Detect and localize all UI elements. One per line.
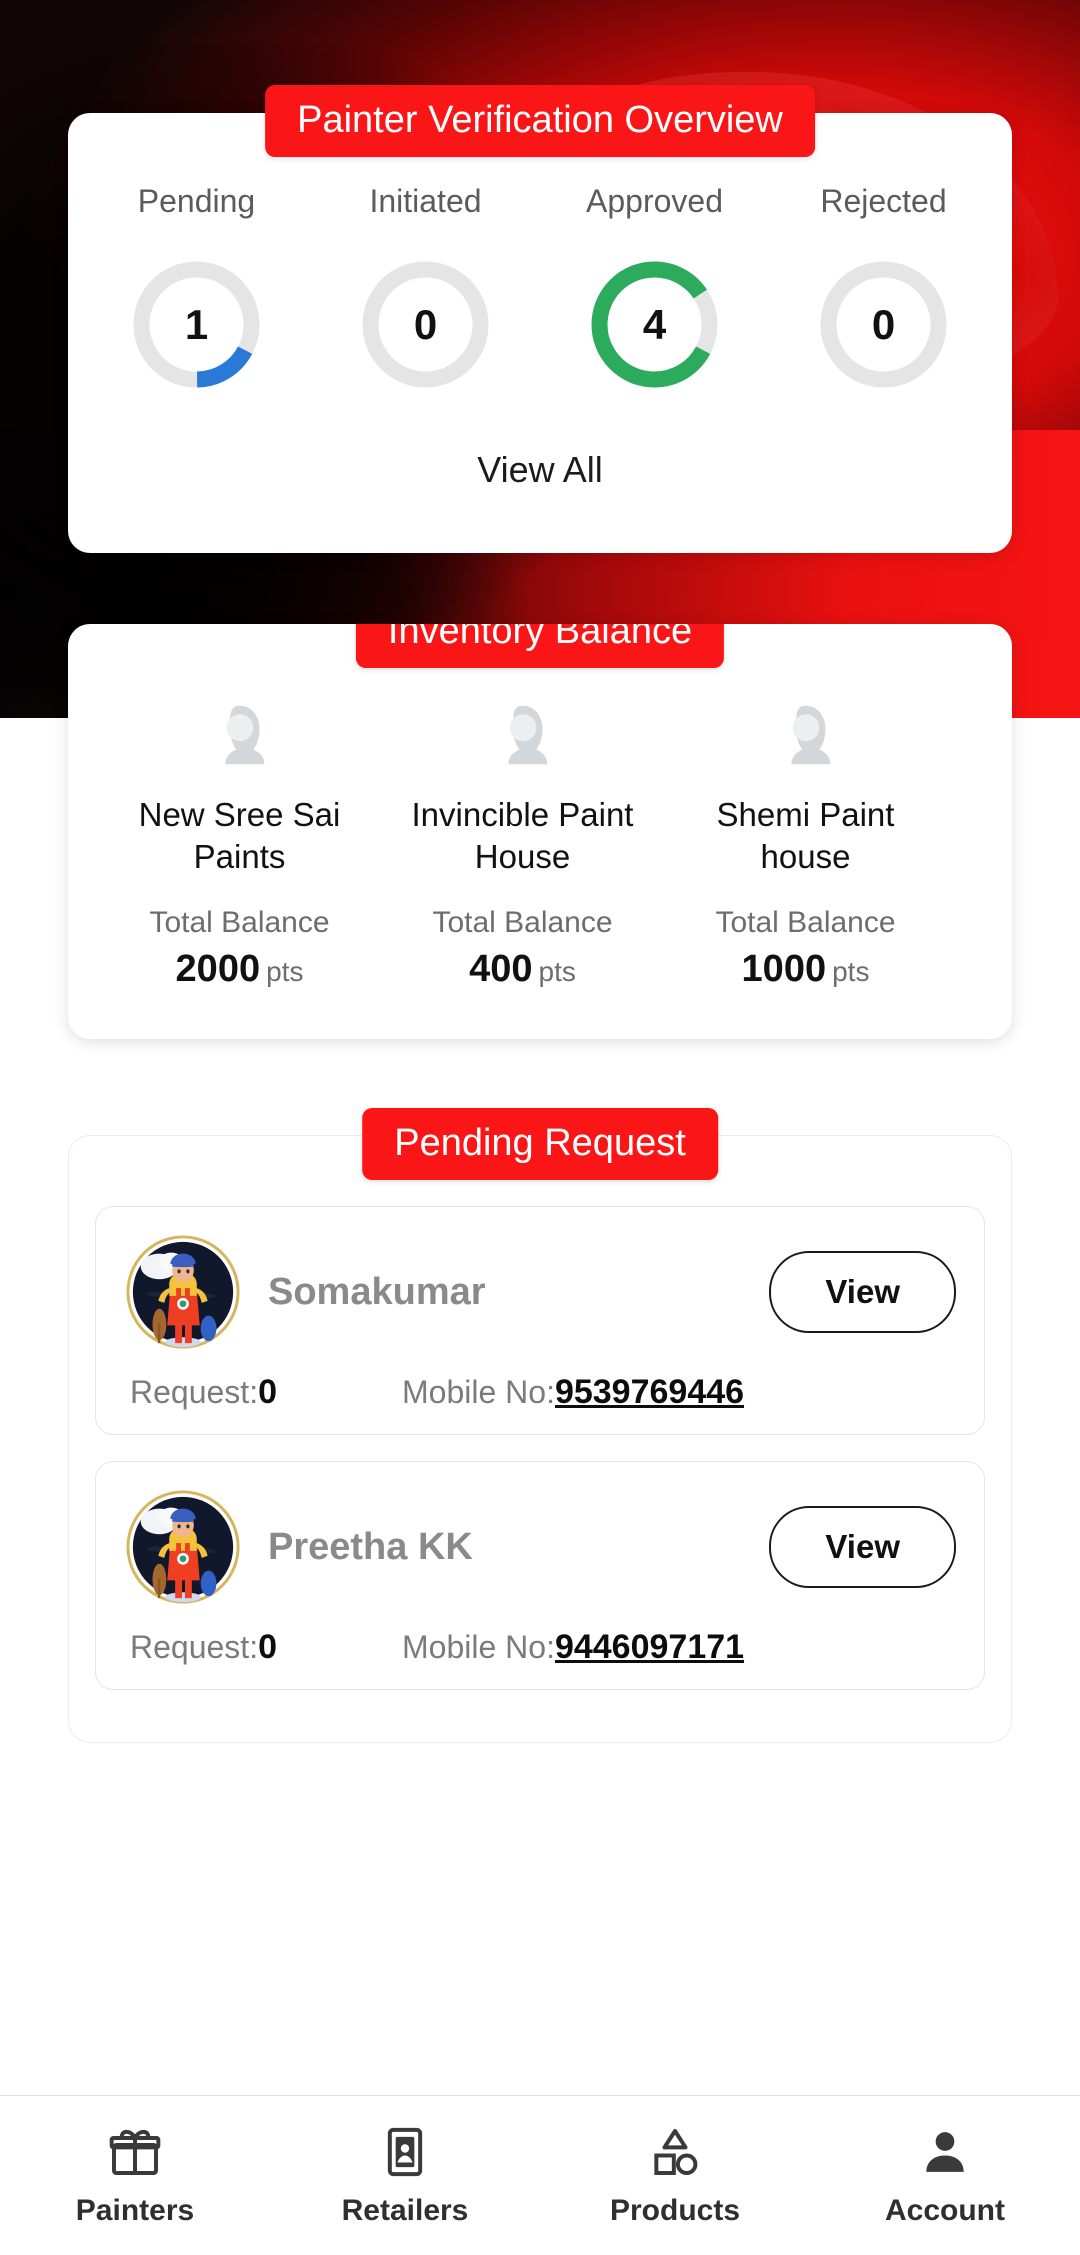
verification-stats-row: Pending 1 Initiated 0 Approved 4 Rejecte… — [68, 183, 1012, 393]
inventory-view-all-link[interactable]: View All — [68, 1035, 1012, 1039]
pending-request-header: Somakumar View — [124, 1233, 956, 1351]
gift-icon — [109, 2129, 161, 2175]
donut-chart-approved: 4 — [586, 256, 723, 393]
stat-label-pending: Pending — [137, 183, 256, 219]
inventory-balance-unit: pts — [832, 956, 870, 988]
inventory-item[interactable]: Invincible Paint House Total Balance 400… — [381, 696, 664, 991]
id-card-icon — [387, 2127, 423, 2176]
nav-label-products: Products — [609, 2193, 741, 2227]
pending-request-title: Pending Request — [362, 1108, 718, 1180]
stat-value-rejected: 0 — [871, 300, 896, 348]
donut-chart-rejected: 0 — [815, 256, 952, 393]
inventory-balance-label: Total Balance — [149, 906, 330, 940]
nav-label-painters: Painters — [75, 2193, 195, 2227]
inventory-balance-number: 1000 — [741, 948, 827, 991]
painter-verification-title: Painter Verification Overview — [265, 85, 815, 157]
stat-label-approved: Approved — [586, 183, 723, 219]
request-count-label: Request: — [130, 1374, 259, 1410]
nav-item-retailers[interactable]: Retailers — [270, 2124, 540, 2228]
pending-request-details: Request:0 Mobile No:9539769446 — [124, 1373, 956, 1412]
nav-item-products[interactable]: Products — [540, 2124, 810, 2228]
pending-request-name: Preetha KK — [268, 1525, 473, 1568]
person-icon — [926, 2131, 964, 2172]
mobile-number[interactable]: 9539769446 — [555, 1373, 744, 1411]
inventory-balance-label: Total Balance — [715, 906, 896, 940]
inventory-balance-unit: pts — [538, 956, 576, 988]
verification-stat-rejected[interactable]: Rejected 0 — [769, 183, 998, 393]
inventory-item[interactable]: New Sree Sai Paints Total Balance 2000 pt… — [98, 696, 381, 991]
verification-stat-pending[interactable]: Pending 1 — [82, 183, 311, 393]
inventory-balance-value: 400 pts — [469, 948, 576, 991]
pending-request-details: Request:0 Mobile No:9446097171 — [124, 1628, 956, 1667]
inventory-balance-number: 400 — [469, 948, 533, 991]
pending-request-count: Request:0 — [130, 1628, 277, 1667]
donut-chart-initiated: 0 — [357, 256, 494, 393]
nav-label-account: Account — [885, 2193, 1005, 2227]
bottom-navigation-bar: Painters Retailers Products Account — [0, 2095, 1080, 2255]
inventory-item-name: Shemi Paint house — [716, 796, 895, 876]
pending-request-mobile: Mobile No:9539769446 — [402, 1373, 744, 1412]
nav-item-account[interactable]: Account — [810, 2124, 1080, 2228]
request-count-value: 0 — [258, 1628, 277, 1666]
request-count-value: 0 — [258, 1373, 277, 1411]
avatar-placeholder-icon — [507, 705, 547, 765]
nav-item-painters[interactable]: Painters — [0, 2124, 270, 2228]
stat-value-approved: 4 — [642, 300, 667, 348]
pending-request-card: Pending Request Somakumar View Request:0… — [68, 1108, 1012, 1743]
mobile-number[interactable]: 9446097171 — [555, 1628, 744, 1666]
stat-label-rejected: Rejected — [820, 183, 947, 219]
inventory-balance-label: Total Balance — [432, 906, 613, 940]
pending-request-view-button[interactable]: View — [769, 1251, 956, 1333]
painter-verification-card: Painter Verification Overview Pending 1 … — [68, 85, 1012, 553]
painter-avatar-icon — [126, 1235, 240, 1349]
pending-request-name: Somakumar — [268, 1270, 486, 1313]
inventory-balance-card: Inventory Balance New Sree Sai Paints To… — [68, 624, 1012, 1039]
inventory-balance-value: 2000 pts — [176, 948, 304, 991]
mobile-label: Mobile No: — [402, 1374, 555, 1410]
painter-avatar-icon — [126, 1490, 240, 1604]
pending-request-view-button[interactable]: View — [769, 1506, 956, 1588]
inventory-items-scroller[interactable]: New Sree Sai Paints Total Balance 2000 pt… — [68, 696, 1012, 991]
stat-value-pending: 1 — [184, 300, 209, 348]
inventory-item-name: New Sree Sai Paints — [138, 796, 341, 876]
donut-chart-pending: 1 — [128, 256, 265, 393]
pending-request-mobile: Mobile No:9446097171 — [402, 1628, 744, 1667]
inventory-item-name: Invincible Paint House — [411, 796, 634, 876]
app-root: Painter Verification Overview Pending 1 … — [0, 0, 1080, 2255]
verification-view-all-link[interactable]: View All — [68, 449, 1012, 491]
avatar-placeholder-icon — [224, 705, 264, 765]
inventory-balance-value: 1000 pts — [742, 948, 870, 991]
verification-stat-approved[interactable]: Approved 4 — [540, 183, 769, 393]
dashboard-scroll-area[interactable]: Painter Verification Overview Pending 1 … — [0, 0, 1080, 2095]
pending-request-header: Preetha KK View — [124, 1488, 956, 1606]
verification-stat-initiated[interactable]: Initiated 0 — [311, 183, 540, 393]
inventory-item-partial[interactable]: Ja Tot 2 — [947, 696, 1012, 991]
mobile-label: Mobile No: — [402, 1629, 555, 1665]
shapes-icon — [654, 2128, 698, 2175]
stat-value-initiated: 0 — [413, 300, 438, 348]
inventory-balance-unit: pts — [266, 956, 304, 988]
inventory-balance-number: 2000 — [175, 948, 261, 991]
inventory-balance-title: Inventory Balance — [355, 624, 725, 668]
avatar-placeholder-icon — [790, 705, 830, 765]
request-count-label: Request: — [130, 1629, 259, 1665]
pending-request-row[interactable]: Somakumar View Request:0 Mobile No:95397… — [95, 1206, 985, 1435]
nav-label-retailers: Retailers — [341, 2193, 469, 2227]
pending-request-count: Request:0 — [130, 1373, 277, 1412]
pending-request-row[interactable]: Preetha KK View Request:0 Mobile No:9446… — [95, 1461, 985, 1690]
inventory-item[interactable]: Shemi Paint house Total Balance 1000 pts — [664, 696, 947, 991]
stat-label-initiated: Initiated — [369, 183, 482, 219]
